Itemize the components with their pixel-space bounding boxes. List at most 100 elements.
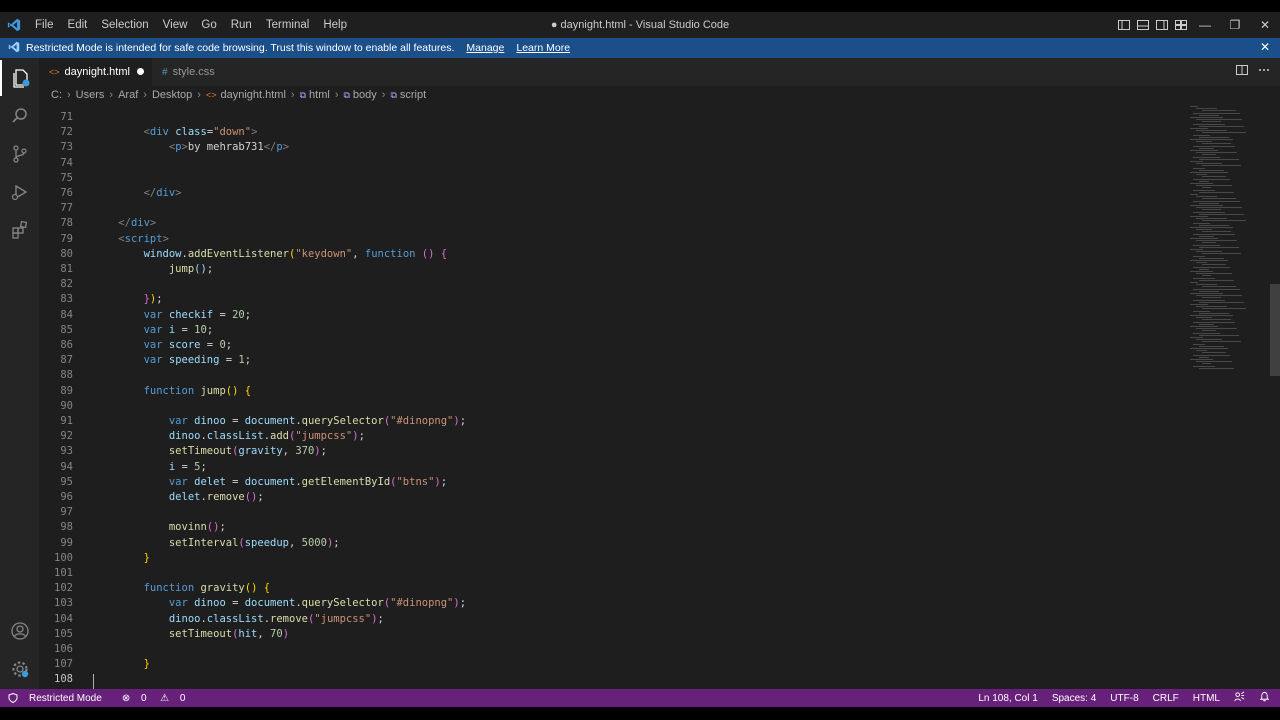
menu-file[interactable]: File: [28, 12, 61, 38]
menu-run[interactable]: Run: [224, 12, 259, 38]
code-line[interactable]: 100 }: [39, 551, 1189, 566]
minimap-line: [1193, 156, 1220, 158]
minimap-line: [1202, 143, 1231, 145]
accounts-icon[interactable]: [0, 613, 39, 649]
minimap-line: [1202, 242, 1216, 244]
code-line[interactable]: 103 var dinoo = document.querySelector("…: [39, 596, 1189, 611]
code-line[interactable]: 74: [39, 156, 1189, 171]
indentation[interactable]: Spaces: 4: [1052, 693, 1096, 704]
code-line[interactable]: 73 <p>by mehrab731</p>: [39, 140, 1189, 155]
source-control-icon[interactable]: [0, 136, 39, 172]
code-line[interactable]: 85 var i = 10;: [39, 323, 1189, 338]
code-line[interactable]: 71: [39, 110, 1189, 125]
code-line[interactable]: 90: [39, 399, 1189, 414]
explorer-icon[interactable]: [0, 60, 39, 96]
line-number: 81: [60, 263, 73, 275]
notifications-bell-icon[interactable]: [1259, 691, 1270, 705]
code-line[interactable]: 72 <div class="down">: [39, 125, 1189, 140]
code-line[interactable]: 88: [39, 368, 1189, 383]
code-line[interactable]: 83 });: [39, 292, 1189, 307]
code-line[interactable]: 97: [39, 505, 1189, 520]
html-file-icon: <>: [49, 67, 60, 77]
code-line[interactable]: 80 window.addEventListener("keydown", fu…: [39, 247, 1189, 262]
extensions-icon[interactable]: [0, 212, 39, 248]
maximize-button[interactable]: ❐: [1220, 12, 1250, 38]
vertical-scrollbar[interactable]: [1270, 284, 1280, 376]
banner-close-button[interactable]: ✕: [1260, 40, 1270, 54]
tab-style-css[interactable]: # style.css: [152, 58, 237, 86]
code-line[interactable]: 99 setInterval(speedup, 5000);: [39, 536, 1189, 551]
code-line[interactable]: 93 setTimeout(gravity, 370);: [39, 444, 1189, 459]
menu-help[interactable]: Help: [316, 12, 354, 38]
search-icon[interactable]: [0, 98, 39, 134]
code-line[interactable]: 79 <script>: [39, 232, 1189, 247]
code-line[interactable]: 95 var delet = document.getElementById("…: [39, 475, 1189, 490]
menu-edit[interactable]: Edit: [61, 12, 95, 38]
code-line[interactable]: 104 dinoo.classList.remove("jumpcss");: [39, 612, 1189, 627]
code-line[interactable]: 107 }: [39, 657, 1189, 672]
restricted-mode-status[interactable]: Restricted Mode: [8, 693, 102, 704]
code-line[interactable]: 84 var checkif = 20;: [39, 308, 1189, 323]
menu-go[interactable]: Go: [194, 12, 223, 38]
minimap-line: [1190, 282, 1198, 283]
split-editor-icon[interactable]: [1236, 64, 1248, 79]
code-line[interactable]: 76 </div>: [39, 186, 1189, 201]
breadcrumb-file[interactable]: daynight.html: [220, 89, 285, 101]
run-and-debug-icon[interactable]: [0, 174, 39, 210]
manage-link[interactable]: Manage: [466, 42, 504, 54]
minimap-line: [1193, 222, 1210, 224]
breadcrumb-araf[interactable]: Araf: [118, 89, 138, 101]
language-mode[interactable]: HTML: [1193, 693, 1220, 704]
breadcrumb-desktop[interactable]: Desktop: [152, 89, 192, 101]
code-line[interactable]: 94 i = 5;: [39, 460, 1189, 475]
breadcrumb-script[interactable]: script: [400, 89, 426, 101]
code-line[interactable]: 98 movinn();: [39, 520, 1189, 535]
code-line[interactable]: 105 setTimeout(hit, 70): [39, 627, 1189, 642]
code-line[interactable]: 106: [39, 642, 1189, 657]
unsaved-dot-icon[interactable]: [137, 68, 144, 75]
code-line[interactable]: 89 function jump() {: [39, 384, 1189, 399]
code-line[interactable]: 81 jump();: [39, 262, 1189, 277]
minimap-line: [1190, 194, 1198, 195]
code-line[interactable]: 92 dinoo.classList.add("jumpcss");: [39, 429, 1189, 444]
code-line[interactable]: 86 var score = 0;: [39, 338, 1189, 353]
cursor-position[interactable]: Ln 108, Col 1: [978, 693, 1038, 704]
more-actions-icon[interactable]: [1258, 64, 1270, 79]
breadcrumb-users[interactable]: Users: [76, 89, 105, 101]
code-line[interactable]: 75: [39, 171, 1189, 186]
toggle-panel-icon[interactable]: [1133, 12, 1152, 38]
learn-more-link[interactable]: Learn More: [516, 42, 570, 54]
minimize-button[interactable]: —: [1190, 12, 1220, 38]
code-line[interactable]: 102 function gravity() {: [39, 581, 1189, 596]
close-button[interactable]: ✕: [1250, 12, 1280, 38]
code-line[interactable]: 108: [39, 672, 1189, 687]
manage-gear-icon[interactable]: [0, 651, 39, 687]
breadcrumb-drive[interactable]: C:: [51, 89, 62, 101]
toggle-primary-sidebar-icon[interactable]: [1114, 12, 1133, 38]
minimap-line: [1202, 176, 1226, 178]
encoding[interactable]: UTF-8: [1110, 693, 1138, 704]
code-editor[interactable]: 71 72 <div class="down"> 73 <p>by mehrab73…: [39, 104, 1280, 689]
code-line[interactable]: 87 var speeding = 1;: [39, 353, 1189, 368]
code-line[interactable]: 82: [39, 277, 1189, 292]
line-number: 91: [60, 415, 73, 427]
tab-daynight-html[interactable]: <> daynight.html: [39, 58, 152, 86]
code-line[interactable]: 96 delet.remove();: [39, 490, 1189, 505]
minimap[interactable]: [1188, 104, 1268, 689]
breadcrumb-html[interactable]: html: [309, 89, 330, 101]
line-number: 104: [54, 612, 73, 625]
code-line[interactable]: 91 var dinoo = document.querySelector("#…: [39, 414, 1189, 429]
toggle-secondary-sidebar-icon[interactable]: [1152, 12, 1171, 38]
feedback-icon[interactable]: [1234, 691, 1245, 705]
breadcrumb-body[interactable]: body: [353, 89, 377, 101]
customize-layout-icon[interactable]: [1171, 12, 1190, 38]
minimap-line: [1196, 141, 1212, 143]
code-line[interactable]: 78 </div>: [39, 216, 1189, 231]
menu-terminal[interactable]: Terminal: [259, 12, 316, 38]
menu-selection[interactable]: Selection: [94, 12, 155, 38]
end-of-line[interactable]: CRLF: [1153, 693, 1179, 704]
code-line[interactable]: 77: [39, 201, 1189, 216]
menu-view[interactable]: View: [156, 12, 195, 38]
problems-status[interactable]: ⊗ 0 ⚠ 0: [114, 693, 186, 704]
code-line[interactable]: 101: [39, 566, 1189, 581]
